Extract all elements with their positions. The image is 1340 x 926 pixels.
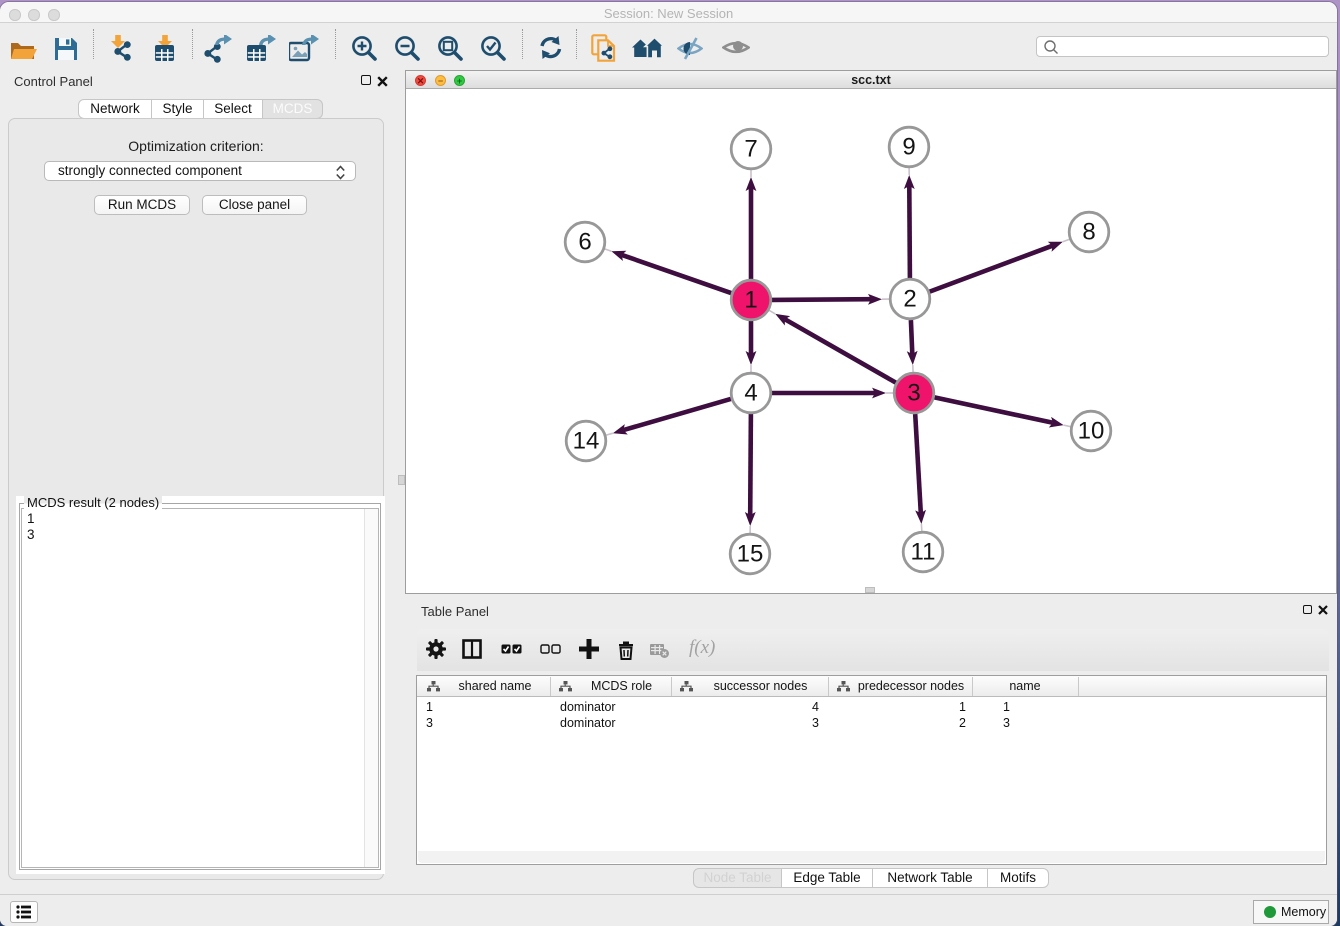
- svg-text:3: 3: [907, 380, 920, 407]
- svg-text:4: 4: [744, 380, 757, 407]
- svg-text:11: 11: [911, 539, 936, 566]
- svg-text:15: 15: [737, 541, 764, 568]
- svg-text:14: 14: [573, 428, 600, 455]
- svg-text:2: 2: [903, 286, 916, 313]
- svg-text:8: 8: [1082, 219, 1095, 246]
- svg-text:10: 10: [1078, 418, 1105, 445]
- svg-text:6: 6: [578, 229, 591, 256]
- svg-text:7: 7: [744, 136, 757, 163]
- svg-text:9: 9: [902, 134, 915, 161]
- svg-text:1: 1: [744, 287, 757, 314]
